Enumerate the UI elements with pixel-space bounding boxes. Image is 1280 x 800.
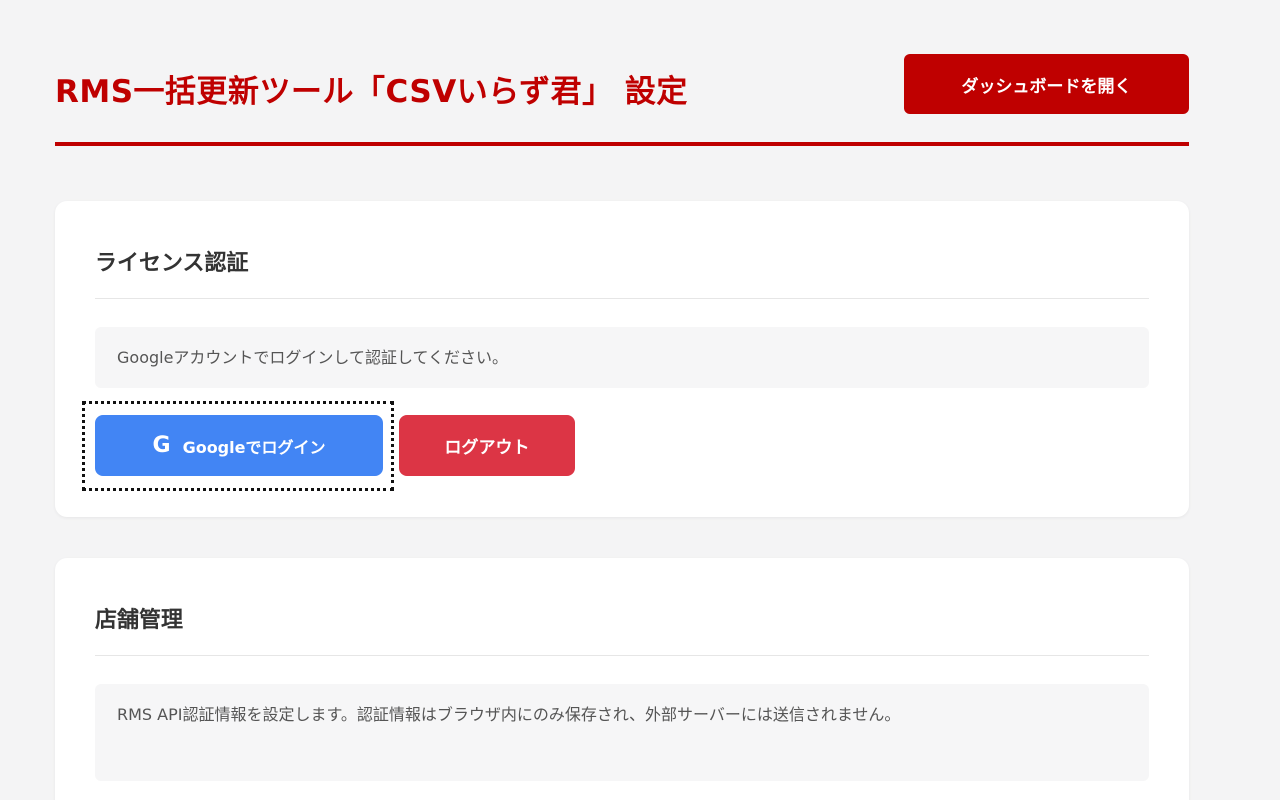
store-section-title: 店舗管理 — [95, 608, 184, 633]
license-card: ライセンス認証 Googleアカウントでログインして認証してください。 G Go… — [55, 201, 1189, 517]
google-login-label: Googleでログイン — [182, 437, 326, 457]
store-info-text: RMS API認証情報を設定します。認証情報はブラウザ内にのみ保存され、外部サー… — [117, 705, 901, 724]
license-info-text: Googleアカウントでログインして認証してください。 — [117, 348, 508, 367]
license-divider — [95, 298, 1149, 299]
google-login-button[interactable]: G Googleでログイン — [95, 415, 383, 476]
logout-button[interactable]: ログアウト — [399, 415, 575, 476]
page-header: RMS一括更新ツール「CSVいらず君」 設定 ダッシュボードを開く — [55, 54, 1189, 146]
settings-page: RMS一括更新ツール「CSVいらず君」 設定 ダッシュボードを開く ライセンス認… — [0, 0, 1280, 800]
license-section-title: ライセンス認証 — [95, 251, 249, 276]
license-info-box: Googleアカウントでログインして認証してください。 — [95, 327, 1149, 388]
store-card: 店舗管理 RMS API認証情報を設定します。認証情報はブラウザ内にのみ保存され… — [55, 558, 1189, 800]
store-divider — [95, 655, 1149, 656]
google-icon: G — [152, 432, 171, 458]
store-info-box: RMS API認証情報を設定します。認証情報はブラウザ内にのみ保存され、外部サー… — [95, 684, 1149, 781]
open-dashboard-button[interactable]: ダッシュボードを開く — [904, 54, 1189, 114]
page-title: RMS一括更新ツール「CSVいらず君」 設定 — [55, 74, 688, 110]
